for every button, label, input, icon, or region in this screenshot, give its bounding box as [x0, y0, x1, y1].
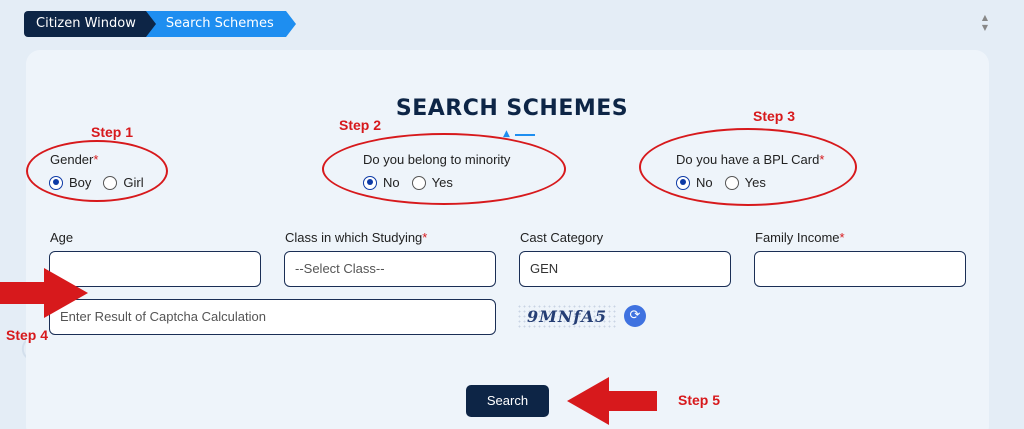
bpl-label: Do you have a BPL Card* — [676, 152, 825, 167]
captcha-placeholder: Enter Result of Captcha Calculation — [60, 309, 266, 324]
step-5-annotation: Step 5 — [678, 392, 721, 408]
bpl-yes-radio[interactable] — [724, 175, 739, 190]
step-4-arrow — [0, 268, 88, 318]
breadcrumb: Citizen Window Search Schemes — [24, 11, 296, 37]
gender-girl-option[interactable]: Girl — [103, 175, 144, 190]
page-title: SEARCH SCHEMES — [395, 96, 629, 121]
captcha-input[interactable]: Enter Result of Captcha Calculation — [49, 299, 496, 335]
step-2-highlight — [322, 133, 566, 205]
captcha-image: 9MNfA5 — [517, 304, 617, 330]
step-3-annotation: Step 3 — [753, 108, 796, 124]
class-label: Class in which Studying* — [285, 230, 428, 245]
step-1-highlight — [26, 140, 168, 202]
class-select-value: --Select Class-- — [295, 261, 385, 276]
age-label: Age — [50, 230, 74, 245]
gender-radio-group: Boy Girl — [49, 175, 156, 190]
bpl-yes-label: Yes — [744, 175, 766, 190]
minority-no-label: No — [383, 175, 400, 190]
minority-yes-radio[interactable] — [411, 175, 426, 190]
gender-boy-option[interactable]: Boy — [49, 175, 91, 190]
minority-no-radio[interactable] — [363, 175, 377, 190]
breadcrumb-citizen-window[interactable]: Citizen Window — [24, 11, 156, 37]
gender-girl-label: Girl — [123, 175, 144, 190]
breadcrumb-search-schemes[interactable]: Search Schemes — [145, 11, 296, 37]
minority-yes-option[interactable]: Yes — [411, 175, 453, 190]
minority-no-option[interactable]: No — [363, 175, 400, 190]
cast-category-input[interactable]: GEN — [519, 251, 731, 287]
step-3-highlight — [639, 128, 857, 206]
gender-girl-radio[interactable] — [103, 175, 118, 190]
gender-boy-label: Boy — [69, 175, 92, 190]
family-income-label: Family Income* — [755, 230, 845, 245]
step-5-arrow — [567, 377, 657, 425]
minority-label: Do you belong to minority — [363, 152, 511, 167]
refresh-captcha-icon[interactable]: ⟳ — [624, 305, 646, 327]
gender-boy-radio[interactable] — [49, 175, 63, 190]
gender-label: Gender* — [50, 152, 99, 167]
family-income-input[interactable] — [754, 251, 966, 287]
bpl-no-option[interactable]: No — [676, 175, 713, 190]
bpl-yes-option[interactable]: Yes — [724, 175, 766, 190]
minority-radio-group: No Yes — [363, 175, 465, 190]
bpl-no-label: No — [696, 175, 713, 190]
step-4-annotation: Step 4 — [6, 327, 49, 343]
cast-category-label: Cast Category — [520, 230, 604, 245]
bpl-no-radio[interactable] — [676, 175, 690, 190]
minority-yes-label: Yes — [431, 175, 453, 190]
search-button[interactable]: Search — [466, 385, 549, 417]
bpl-radio-group: No Yes — [676, 175, 778, 190]
step-1-annotation: Step 1 — [91, 124, 134, 140]
step-2-annotation: Step 2 — [339, 117, 382, 133]
scroll-arrows-icon[interactable]: ▲ ▼ — [980, 13, 990, 35]
class-select[interactable]: --Select Class-- — [284, 251, 496, 287]
